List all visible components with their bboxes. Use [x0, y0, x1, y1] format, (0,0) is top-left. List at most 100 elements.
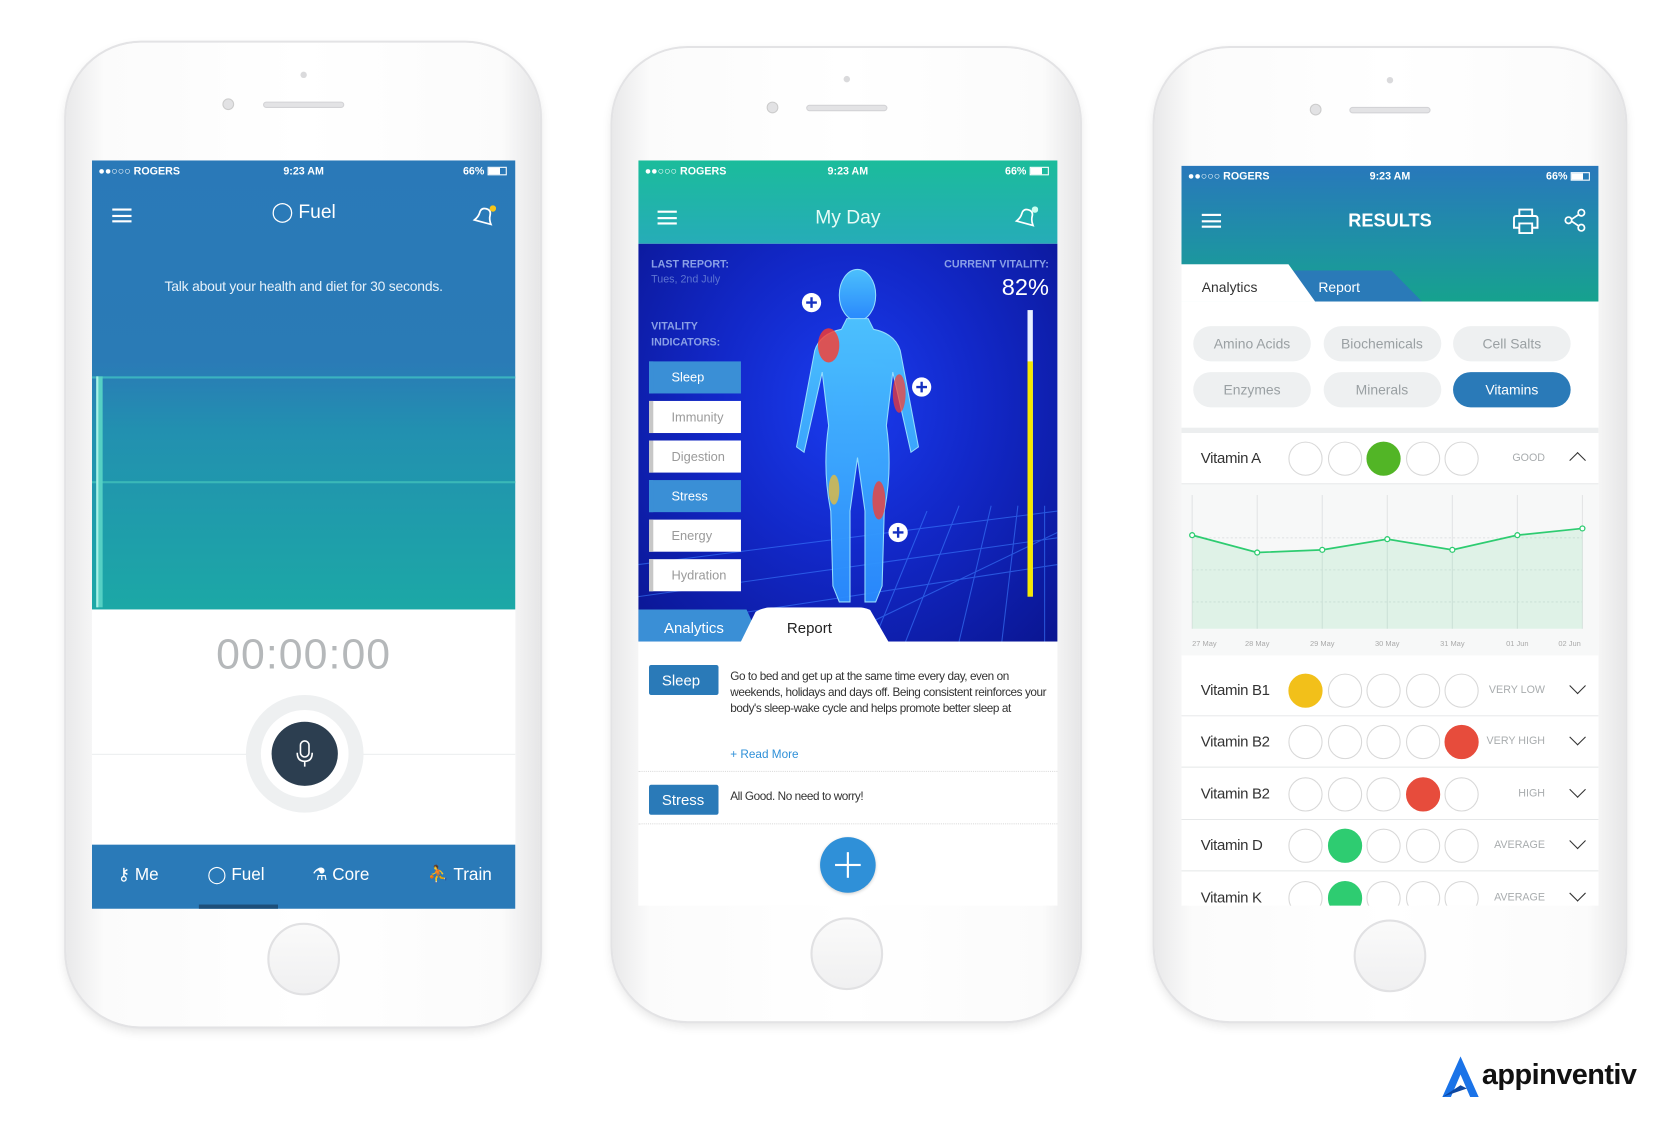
vitality-value: 82% [1001, 273, 1049, 301]
nav-core[interactable]: ⚗ Core [312, 864, 369, 885]
print-icon[interactable] [1511, 206, 1541, 236]
x-tick-label: 01 Jun [1506, 639, 1528, 648]
chevron-down-icon[interactable] [1569, 728, 1586, 746]
prompt-text: Talk about your health and diet for 30 s… [164, 277, 443, 295]
data-point [1514, 532, 1521, 539]
appinventiv-logo-icon [1442, 1056, 1479, 1097]
nav-me[interactable]: ⚷ Me [118, 864, 159, 885]
indicators-label: VITALITY INDICATORS: [651, 320, 721, 349]
x-tick-label: 31 May [1440, 639, 1465, 648]
indicator-energy[interactable]: Energy [649, 519, 741, 552]
level-circle [1288, 724, 1323, 760]
runner-icon: ⛹ [427, 866, 449, 885]
level-circle [1366, 673, 1401, 708]
indicator-sleep[interactable]: Sleep [649, 361, 741, 394]
report-text-stress: All Good. No need to worry! [730, 790, 864, 803]
level-circle [1405, 828, 1440, 863]
last-report-label: LAST REPORT: [651, 258, 729, 271]
vitamin-name: Vitamin B2 [1200, 784, 1270, 802]
bell-icon[interactable] [472, 205, 497, 226]
chevron-down-icon[interactable] [1569, 832, 1586, 850]
vitamin-row[interactable]: Vitamin B2 HIGH [1181, 768, 1599, 821]
level-circle [1366, 777, 1401, 812]
nav-fuel[interactable]: ◯ Fuel [207, 864, 264, 885]
category-chip[interactable]: Cell Salts [1453, 326, 1571, 362]
vitamin-row[interactable]: Vitamin D AVERAGE [1181, 820, 1599, 872]
vitamin-row[interactable]: Vitamin A GOOD [1181, 433, 1599, 485]
vitamin-row[interactable]: Vitamin B1 VERY LOW [1181, 665, 1599, 717]
apple-icon: ◯ [207, 866, 227, 885]
person-icon: ⚷ [117, 866, 131, 885]
level-circle [1444, 673, 1479, 708]
last-report-date: Tues, 2nd July [651, 273, 721, 286]
level-circle [1405, 673, 1440, 708]
active-tab-indicator [198, 904, 278, 909]
add-button[interactable] [820, 837, 876, 893]
home-button[interactable] [1353, 919, 1427, 993]
level-circle [1405, 441, 1440, 476]
level-circle [1366, 881, 1401, 906]
category-chip[interactable]: Amino Acids [1193, 326, 1311, 362]
vitamin-status: GOOD [1512, 452, 1545, 465]
fuel-screen: ●●○○○ ROGERS 9:23 AM 66% ◯ Fuel Talk abo… [91, 160, 516, 909]
level-circle [1327, 881, 1362, 906]
speaker [263, 101, 345, 108]
report-tag-stress: Stress [649, 784, 719, 815]
home-button[interactable] [810, 917, 884, 991]
category-chip[interactable]: Vitamins [1453, 372, 1571, 408]
chevron-down-icon[interactable] [1569, 677, 1586, 695]
indicator-digestion[interactable]: Digestion [649, 440, 741, 473]
category-chip[interactable]: Enzymes [1193, 372, 1311, 408]
vitamin-name: Vitamin A [1200, 449, 1261, 467]
mic-button[interactable] [245, 694, 364, 813]
level-circle [1327, 441, 1362, 476]
read-more-link[interactable]: + Read More [730, 748, 798, 761]
level-circle [1366, 724, 1401, 760]
home-button[interactable] [267, 922, 341, 996]
chevron-down-icon[interactable] [1569, 781, 1586, 798]
vitality-bar [1027, 310, 1033, 597]
x-tick-label: 29 May [1310, 639, 1335, 648]
level-circle [1444, 724, 1479, 760]
indicator-immunity[interactable]: Immunity [649, 400, 741, 434]
chevron-down-icon[interactable] [1569, 885, 1586, 902]
bell-icon[interactable] [1014, 206, 1039, 233]
brand-name: appinventiv [1481, 1058, 1637, 1091]
indicator-hydration[interactable]: Hydration [649, 559, 741, 592]
level-circle [1288, 777, 1323, 812]
vitamin-row[interactable]: Vitamin B2 VERY HIGH [1181, 716, 1599, 768]
nav-train[interactable]: ⛹ Train [428, 864, 492, 885]
level-circle [1327, 673, 1362, 708]
level-circle [1444, 881, 1479, 906]
tab-report[interactable]: Report [739, 607, 890, 644]
level-circle [1288, 828, 1323, 863]
vitamin-status: AVERAGE [1494, 839, 1545, 852]
chevron-up-icon[interactable] [1569, 451, 1586, 469]
vitamin-status: HIGH [1518, 788, 1545, 800]
share-icon[interactable] [1564, 208, 1588, 232]
tab-analytics[interactable]: Analytics [638, 609, 762, 642]
battery: 66% [463, 166, 507, 177]
apple-icon: ◯ [271, 201, 294, 223]
indicator-stress[interactable]: Stress [649, 480, 741, 513]
report-tag-sleep: Sleep [649, 665, 719, 695]
data-point [1319, 546, 1326, 553]
level-circle [1366, 441, 1401, 476]
x-tick-label: 27 May [1192, 639, 1217, 648]
level-circle [1327, 724, 1362, 760]
vitamin-row[interactable]: Vitamin K AVERAGE [1181, 872, 1599, 906]
level-circle [1444, 828, 1479, 863]
vitamin-status: VERY HIGH [1486, 735, 1545, 748]
category-chip[interactable]: Biochemicals [1323, 326, 1441, 362]
x-tick-label: 02 Jun [1558, 639, 1580, 648]
battery-icon [1029, 166, 1049, 176]
battery-icon [487, 166, 507, 176]
myday-screen: LAST REPORT: Tues, 2nd July VITALITY IND… [638, 160, 1058, 906]
brand-logo: appinventiv [1439, 1053, 1637, 1100]
body-visual: LAST REPORT: Tues, 2nd July VITALITY IND… [638, 243, 1058, 642]
human-figure [795, 268, 920, 603]
level-circle [1405, 777, 1440, 812]
category-chip[interactable]: Minerals [1323, 372, 1441, 408]
level-circle [1444, 441, 1479, 476]
data-point [1449, 546, 1456, 553]
